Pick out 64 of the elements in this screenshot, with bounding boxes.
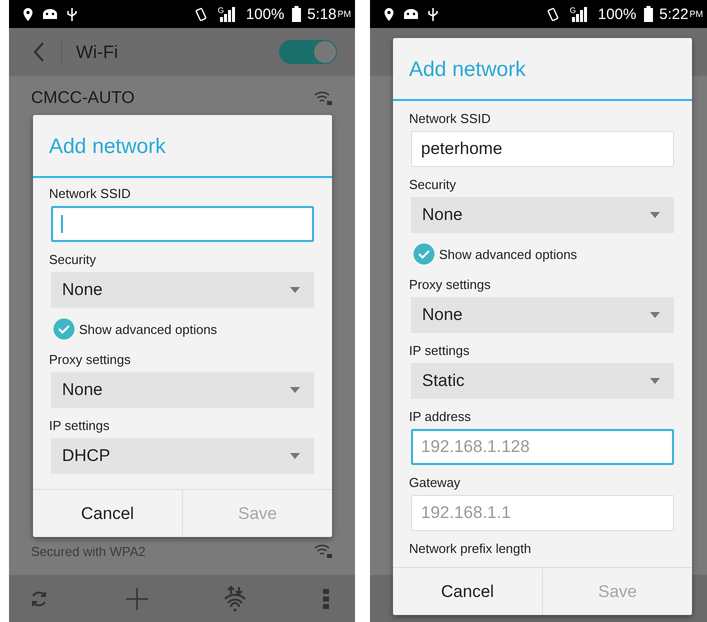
back-icon[interactable] — [33, 42, 45, 62]
dropdown-caret-icon — [290, 453, 300, 459]
robot-icon — [402, 8, 420, 20]
battery-icon — [644, 6, 654, 22]
dropdown-caret-icon — [290, 387, 300, 393]
battery-percent: 100% — [598, 6, 636, 22]
field-label: IP settings — [409, 343, 470, 358]
checkbox[interactable] — [53, 318, 75, 340]
network-type: G — [570, 6, 576, 14]
robot-icon — [41, 8, 59, 20]
field-label: IP settings — [49, 418, 110, 433]
clock-time: 5:18 — [307, 6, 336, 22]
clock-period: PM — [690, 9, 703, 19]
clock-time: 5:22 — [659, 6, 688, 22]
network-security: Secured with WPA2 — [31, 544, 146, 558]
checkbox-label: Show advanced options — [439, 246, 578, 262]
dialog-button[interactable]: Cancel — [393, 568, 542, 615]
dropdown[interactable]: None — [51, 372, 314, 408]
input-field[interactable]: 192.168.1.128 — [411, 429, 674, 465]
field-label: Gateway — [409, 475, 462, 490]
field-label: Proxy settings — [49, 352, 132, 367]
location-pin-icon — [384, 8, 394, 20]
field-label: Security — [409, 177, 457, 192]
field-label: Network SSID — [49, 186, 132, 201]
checkbox-label: Show advanced options — [79, 322, 218, 336]
dropdown-caret-icon — [650, 378, 660, 384]
dialog-title: Add network — [33, 115, 332, 178]
field-label: Network prefix length — [409, 541, 532, 556]
text-cursor — [61, 215, 63, 233]
vibrate-icon — [194, 6, 208, 22]
checkbox[interactable] — [413, 243, 435, 265]
input-field[interactable]: peterhome — [411, 131, 674, 167]
wifi-transfer-icon[interactable] — [224, 586, 246, 612]
usb-icon — [428, 6, 438, 22]
dropdown[interactable]: None — [411, 197, 674, 233]
field-label: Security — [49, 252, 97, 267]
dialog-title: Add network — [393, 38, 692, 101]
vibrate-icon — [546, 6, 560, 22]
network-type: G — [218, 6, 224, 14]
dropdown-caret-icon — [290, 287, 300, 293]
screen-title: Wi-Fi — [76, 42, 118, 62]
clock-period: PM — [338, 9, 351, 19]
field-label: Proxy settings — [409, 277, 492, 292]
battery-percent: 100% — [246, 6, 284, 22]
dropdown-caret-icon — [650, 212, 660, 218]
battery-icon — [292, 6, 302, 22]
overflow-menu-icon[interactable] — [322, 588, 329, 608]
dropdown[interactable]: None — [51, 272, 314, 308]
network-name: CMCC-AUTO — [31, 88, 135, 108]
wifi-lock-icon[interactable] — [313, 90, 333, 106]
field-label: Network SSID — [409, 111, 492, 126]
dropdown-caret-icon — [650, 312, 660, 318]
wifi-lock-icon[interactable] — [313, 543, 333, 559]
dropdown[interactable]: None — [411, 297, 674, 333]
add-icon[interactable] — [126, 588, 148, 610]
dialog-button[interactable]: Cancel — [33, 490, 182, 537]
location-pin-icon — [23, 8, 33, 20]
input-field[interactable] — [51, 206, 314, 242]
usb-icon — [67, 6, 77, 22]
refresh-icon[interactable] — [29, 588, 49, 608]
dropdown[interactable]: Static — [411, 363, 674, 399]
dropdown[interactable]: DHCP — [51, 438, 314, 474]
field-label: IP address — [409, 409, 472, 424]
wifi-toggle[interactable] — [279, 40, 337, 64]
